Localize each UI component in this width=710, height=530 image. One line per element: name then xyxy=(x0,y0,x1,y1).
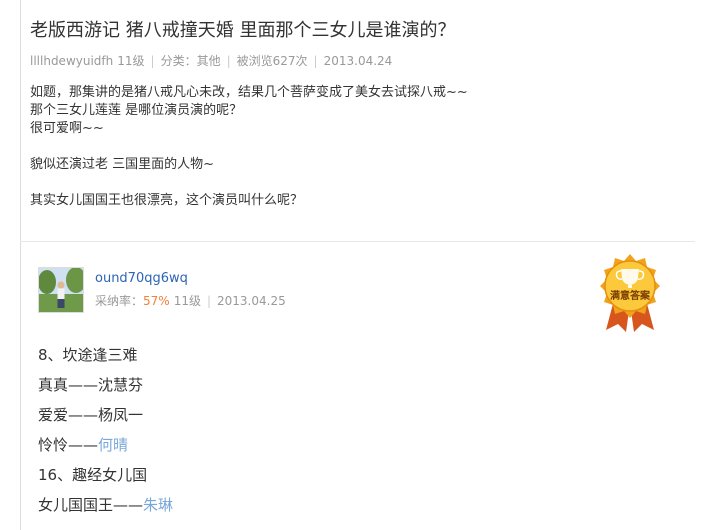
answerer-level: 11级 xyxy=(173,294,201,308)
question-body-line xyxy=(30,174,700,192)
answer-line-text: 真真——沈慧芬 xyxy=(38,376,144,394)
question-body-line: 其实女儿国国王也很漂亮，这个演员叫什么呢？ xyxy=(30,193,304,208)
question-body-line xyxy=(30,138,700,156)
content-left-border xyxy=(20,0,21,530)
answer-line-text: 爱爱——杨凤一 xyxy=(38,406,144,424)
question-category[interactable]: 分类：其他 xyxy=(161,52,221,70)
answer-line: 爱爱——杨凤一 xyxy=(38,400,173,430)
adoption-label: 采纳率： xyxy=(95,294,144,308)
answer-line-text: 16、趣经女儿国 xyxy=(38,466,148,484)
answer-line: 16、趣经女儿国 xyxy=(38,460,173,490)
question-meta: llllhdewyuidfh 11级 | 分类：其他 | 被浏览627次 | 2… xyxy=(30,52,700,70)
question-title: 老版西游记 猪八戒撞天婚 里面那个三女儿是谁演的？ xyxy=(30,20,456,41)
answer-line-text: 女儿国国王—— xyxy=(38,496,144,514)
meta-separator: | xyxy=(206,294,212,308)
answer-line-text: 怜怜—— xyxy=(38,436,99,454)
answer-meta: 采纳率： 57% 11级 | 2013.04.25 xyxy=(95,292,286,310)
question-body-line: 很可爱啊~~ xyxy=(30,121,104,136)
actor-link[interactable]: 朱琳 xyxy=(143,496,173,514)
question-body: 如题，那集讲的是猪八戒凡心未改，结果几个菩萨变成了美女去试探八戒~~ 那个三女儿… xyxy=(30,84,700,210)
section-divider xyxy=(20,241,695,242)
answer-line: 怜怜——何晴 xyxy=(38,430,173,460)
badge-label: 满意答案 xyxy=(610,291,650,302)
meta-separator: | xyxy=(313,54,318,68)
answer-line: 8、坎途逢三难 xyxy=(38,340,173,370)
question-body-line: 貌似还演过老 三国里面的人物~ xyxy=(30,157,215,172)
asker-level: 11级 xyxy=(117,54,145,68)
asker-name[interactable]: llllhdewyuidfh xyxy=(30,52,113,70)
adoption-rate: 57% xyxy=(143,294,170,308)
answer-header: ound70qg6wq 采纳率： 57% 11级 | 2013.04.25 xyxy=(38,267,678,317)
question-body-line: 那个三女儿莲莲 是哪位演员演的呢？ xyxy=(30,103,243,118)
actor-link[interactable]: 何晴 xyxy=(98,436,128,454)
answer-line: 女儿国国王——朱琳 xyxy=(38,490,173,520)
satisfied-answer-badge: 满意答案 xyxy=(596,252,664,332)
answer-line-text: 8、坎途逢三难 xyxy=(38,346,138,364)
meta-separator: | xyxy=(150,54,155,68)
meta-separator: | xyxy=(226,54,231,68)
question-body-line: 如题，那集讲的是猪八戒凡心未改，结果几个菩萨变成了美女去试探八戒~~ xyxy=(30,85,468,100)
answer-line: 真真——沈慧芬 xyxy=(38,370,173,400)
answer-body: 8、坎途逢三难 真真——沈慧芬 爱爱——杨凤一 怜怜——何晴 16、趣经女儿国 … xyxy=(38,340,173,520)
answerer-name[interactable]: ound70qg6wq xyxy=(95,270,188,288)
avatar[interactable] xyxy=(38,267,84,313)
question-date: 2013.04.24 xyxy=(323,54,393,68)
question-section: 老版西游记 猪八戒撞天婚 里面那个三女儿是谁演的？ llllhdewyuidfh… xyxy=(30,18,700,210)
answer-date: 2013.04.25 xyxy=(217,294,286,308)
question-views: 被浏览627次 xyxy=(236,54,308,68)
